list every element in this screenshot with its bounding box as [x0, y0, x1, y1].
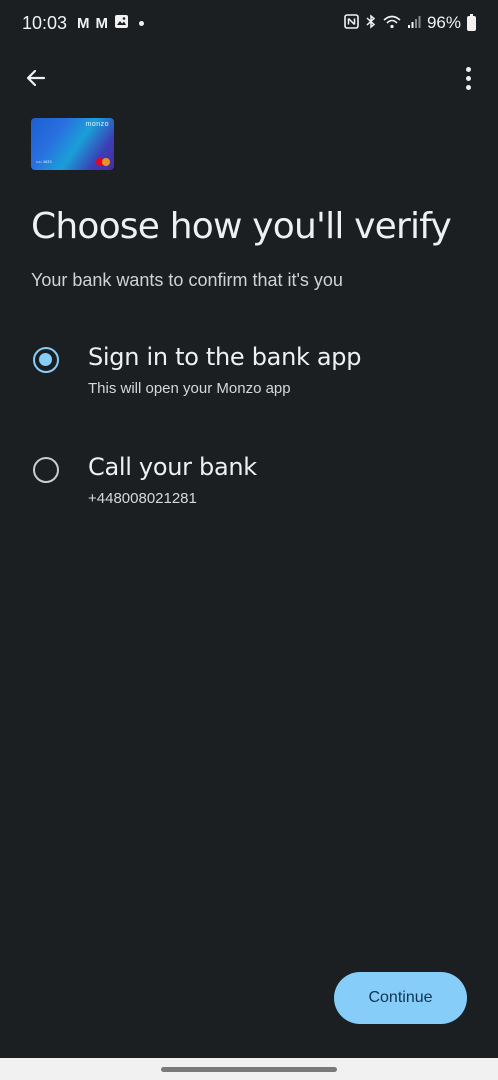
option-label: Call your bank	[88, 453, 257, 481]
gmail-icon: M	[95, 14, 109, 32]
page-title: Choose how you'll verify	[31, 206, 452, 247]
nfc-icon	[344, 14, 359, 32]
status-right: 96%	[344, 13, 476, 33]
bluetooth-icon	[365, 14, 377, 32]
gmail-icon: M	[77, 14, 90, 32]
navigation-bar	[0, 1058, 498, 1080]
radio-button-unselected[interactable]	[33, 457, 59, 483]
status-bar: 10:03 M M 96%	[0, 0, 498, 46]
continue-button[interactable]: Continue	[334, 972, 467, 1024]
arrow-left-icon	[26, 69, 46, 87]
app-bar	[0, 52, 498, 102]
mastercard-icon	[96, 158, 110, 166]
more-vert-icon	[465, 66, 471, 72]
more-options-button[interactable]	[448, 58, 488, 98]
radio-button-selected[interactable]	[33, 347, 59, 373]
status-left: 10:03 M M	[22, 12, 145, 34]
card-brand: monzo	[85, 121, 109, 128]
option-label: Sign in to the bank app	[88, 343, 362, 371]
wifi-icon	[383, 15, 401, 32]
home-gesture-handle[interactable]	[161, 1067, 337, 1072]
signal-icon	[407, 15, 421, 32]
gallery-icon	[114, 14, 129, 32]
page-subtitle: Your bank wants to confirm that it's you	[31, 270, 343, 290]
status-time: 10:03	[22, 12, 68, 33]
back-button[interactable]	[16, 58, 56, 98]
more-notifications-dot-icon	[139, 20, 145, 26]
option-sign-in-bank-app[interactable]: Sign in to the bank app This will open y…	[0, 340, 498, 410]
option-call-bank[interactable]: Call your bank +448008021281	[0, 450, 498, 520]
battery-percent: 96%	[426, 13, 461, 32]
option-phone-number: +448008021281	[88, 490, 197, 507]
bank-card-image: monzo •••• 4633	[31, 118, 114, 170]
option-description: This will open your Monzo app	[88, 380, 291, 397]
battery-icon	[467, 13, 476, 31]
card-number: •••• 4633	[36, 159, 52, 164]
